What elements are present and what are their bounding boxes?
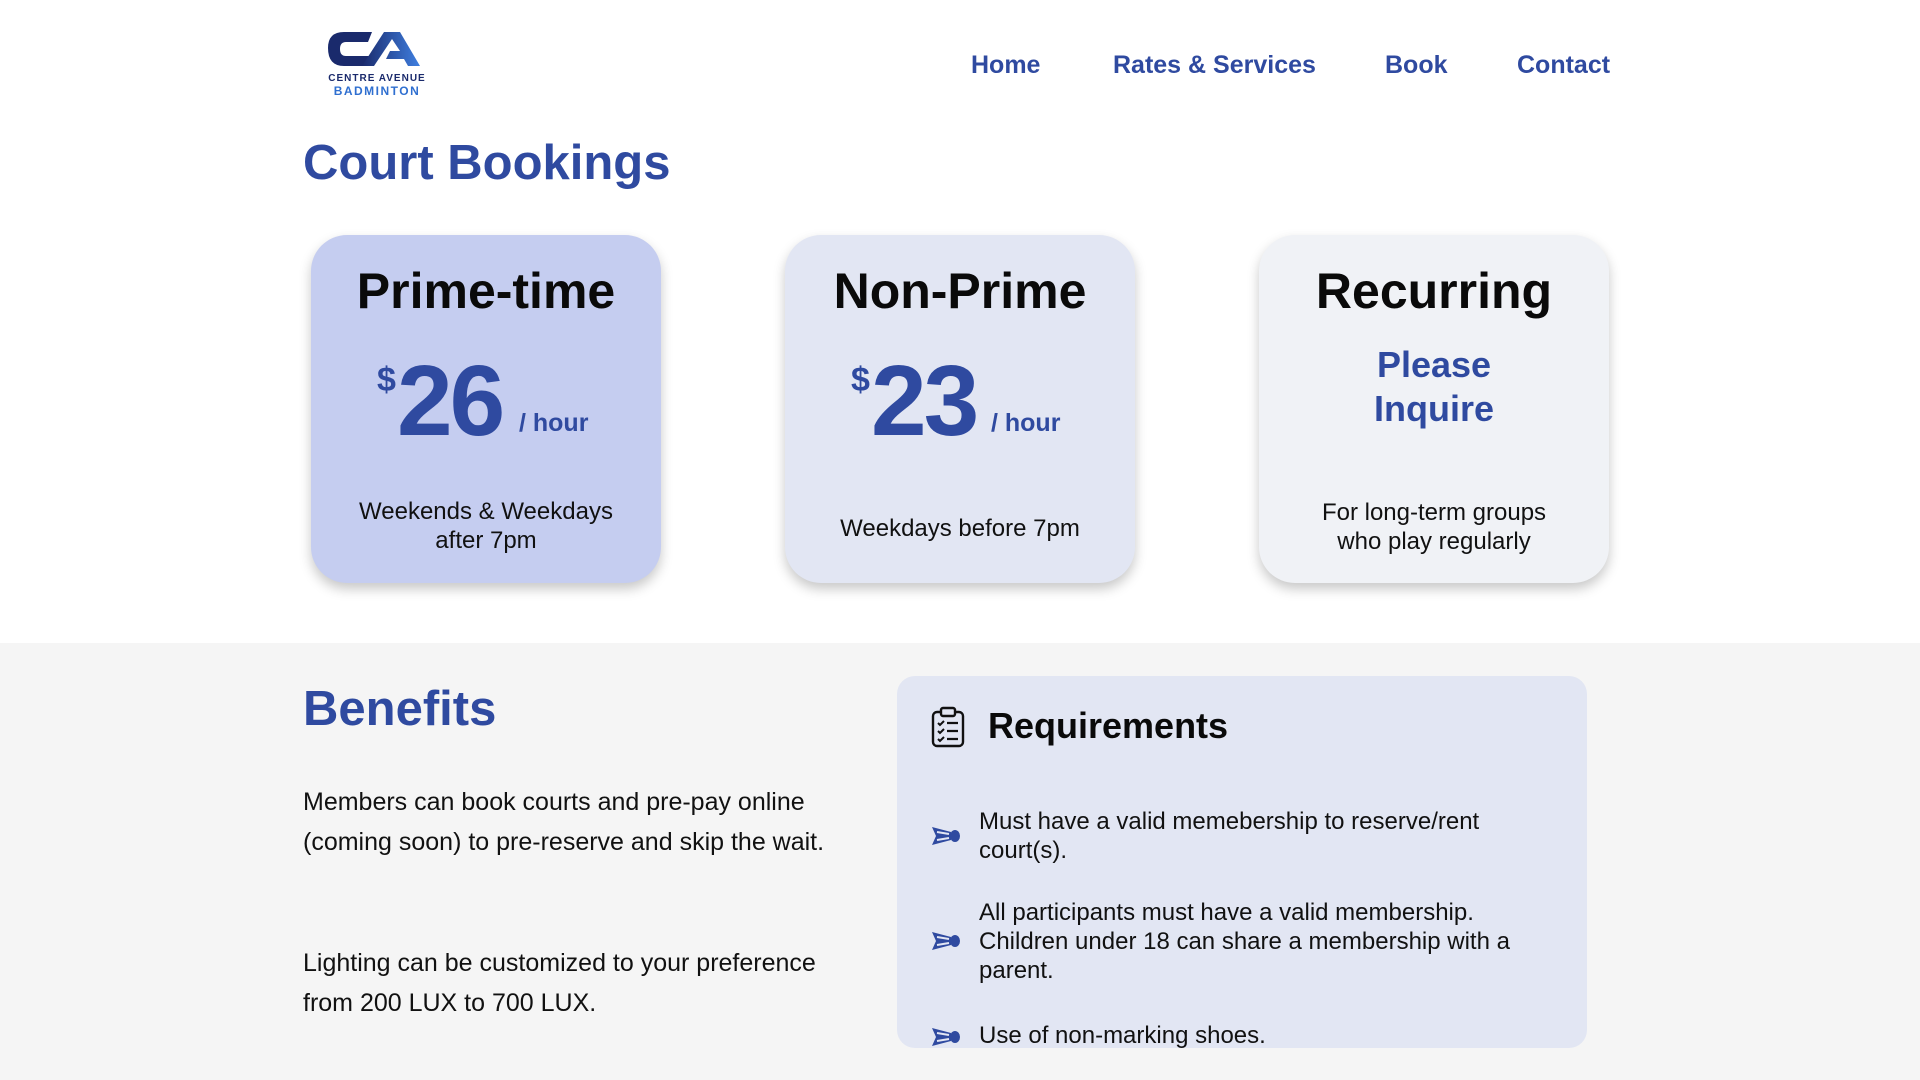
benefit-paragraph: Members can book courts and pre-pay onli… bbox=[303, 788, 825, 856]
nav-home[interactable]: Home bbox=[971, 48, 1040, 82]
price-amount: 26 bbox=[397, 345, 505, 457]
site-logo[interactable]: CENTRE AVENUE BADMINTON bbox=[314, 28, 440, 98]
price: $ 23 / hour bbox=[785, 349, 1135, 455]
requirement-item: All participants must have a valid membe… bbox=[979, 899, 1510, 984]
card-description: For long-term groups who play regularly bbox=[1279, 498, 1589, 556]
card-description: Weekends & Weekdays after 7pm bbox=[331, 497, 641, 555]
card-title: Prime-time bbox=[356, 263, 616, 319]
card-description-line2: who play regularly bbox=[1337, 528, 1531, 555]
currency-symbol: $ bbox=[851, 361, 870, 399]
requirement-item: Use of non-marking shoes. bbox=[979, 1022, 1266, 1049]
requirements-panel: Requirements Must have a valid memebersh… bbox=[897, 676, 1587, 1049]
logo-text-line2: BADMINTON bbox=[333, 84, 421, 98]
price-amount: 23 bbox=[871, 345, 979, 457]
card-description-line1: For long-term groups bbox=[1321, 499, 1547, 526]
card-title: Recurring bbox=[1315, 263, 1553, 319]
benefits-title: Benefits bbox=[303, 682, 497, 736]
price-unit: / hour bbox=[519, 409, 589, 437]
inquire-line1: Please bbox=[1376, 344, 1492, 385]
nav-contact[interactable]: Contact bbox=[1517, 48, 1610, 82]
nav-rates-services[interactable]: Rates & Services bbox=[1113, 48, 1316, 82]
price: $ 26 / hour bbox=[311, 349, 661, 455]
logo-text-line1: CENTRE AVENUE bbox=[328, 73, 426, 84]
inquire-line2: Inquire bbox=[1373, 388, 1494, 429]
card-recurring: Recurring Please Inquire For long-term g… bbox=[1259, 235, 1609, 583]
page-title: Court Bookings bbox=[303, 136, 671, 190]
card-prime-time: Prime-time $ 26 / hour Weekends & Weekda… bbox=[311, 235, 661, 583]
requirement-item: Must have a valid memebership to reserve… bbox=[979, 808, 1480, 864]
clipboard-checklist-icon bbox=[931, 706, 965, 748]
card-description: Weekdays before 7pm bbox=[805, 514, 1115, 543]
currency-symbol: $ bbox=[377, 361, 396, 399]
shuttlecock-icon bbox=[932, 932, 960, 950]
benefit-paragraph: Lighting can be customized to your prefe… bbox=[303, 949, 816, 1017]
card-title: Non-Prime bbox=[833, 263, 1087, 319]
card-description-line1: Weekdays before 7pm bbox=[840, 515, 1080, 542]
inquire-text[interactable]: Please Inquire bbox=[1259, 343, 1609, 431]
shuttlecock-icon bbox=[932, 1028, 960, 1046]
shuttlecock-icon bbox=[932, 827, 960, 845]
card-non-prime: Non-Prime $ 23 / hour Weekdays before 7p… bbox=[785, 235, 1135, 583]
logo-mark-icon bbox=[328, 32, 420, 66]
card-description-line2: after 7pm bbox=[435, 527, 537, 554]
nav-book[interactable]: Book bbox=[1385, 48, 1448, 82]
price-unit: / hour bbox=[991, 409, 1061, 437]
card-description-line1: Weekends & Weekdays bbox=[359, 498, 613, 525]
requirements-title: Requirements bbox=[988, 705, 1229, 746]
info-section: Benefits Members can book courts and pre… bbox=[0, 643, 1920, 1080]
